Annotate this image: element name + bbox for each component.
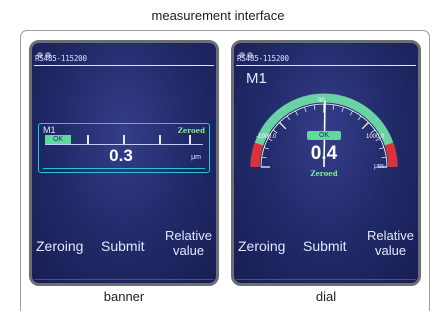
zeroed-status: Zeroed xyxy=(177,126,205,135)
dial-tick xyxy=(272,129,278,134)
dial-tick xyxy=(350,110,353,116)
dial-tick xyxy=(341,106,344,112)
tolerance-track xyxy=(45,144,203,145)
relative-value-line1: Relative xyxy=(165,228,212,243)
channel-name: M1 xyxy=(246,70,267,87)
measurement-banner: M1 Zeroed OK 0.3 μm xyxy=(38,123,210,173)
dial-red-arc-left xyxy=(250,142,264,168)
dial-red-arc-right xyxy=(384,142,398,168)
comm-settings-label: RS485-115200 xyxy=(35,54,87,63)
figure-heading: measurement interface xyxy=(151,8,285,23)
footer-divider xyxy=(34,279,214,280)
dial-tick xyxy=(379,147,385,150)
dial-tick xyxy=(279,122,287,130)
banner-screen: RS485-115200 M1 Zeroed OK 0.3 μm Zeroing… xyxy=(29,40,219,286)
ok-badge: OK xyxy=(45,135,71,144)
relative-value-line2: value xyxy=(172,243,205,258)
softkey-bar: Zeroing Submit Relative value xyxy=(36,228,212,269)
dial-tick xyxy=(361,122,369,130)
dial-tick xyxy=(370,129,376,134)
dial-tick xyxy=(381,156,387,159)
tolerance-tick xyxy=(87,135,89,144)
submit-softkey[interactable]: Submit xyxy=(101,239,145,254)
unit-label: μm xyxy=(191,154,201,161)
scale-center-label: 00 xyxy=(318,98,325,104)
measurement-value: 0.4 xyxy=(310,143,338,164)
footer-divider xyxy=(236,279,416,280)
dial-caption: dial xyxy=(315,289,337,304)
relative-value-line1: Relative xyxy=(367,228,414,243)
dial-tick xyxy=(295,110,298,116)
dial-tick xyxy=(332,104,335,110)
tolerance-tick xyxy=(189,135,191,144)
dial-tick xyxy=(313,104,316,110)
submit-softkey[interactable]: Submit xyxy=(303,239,347,254)
channel-name: M1 xyxy=(43,125,56,135)
unit-label: μm xyxy=(374,163,384,170)
banner-underline xyxy=(43,168,205,169)
measurement-value: 0.3 xyxy=(109,146,133,165)
zeroing-softkey[interactable]: Zeroing xyxy=(238,239,285,254)
dial-screen: RS485-115200 M1 00 -1000.0 1000.0 OK 0.4… xyxy=(231,40,421,286)
scale-left-label: -1000.0 xyxy=(256,134,277,140)
dial-tick xyxy=(286,115,291,121)
dial-tick xyxy=(263,147,269,150)
scale-right-label: 1000.0 xyxy=(366,134,385,140)
banner-caption: banner xyxy=(103,289,145,304)
dial-tick xyxy=(261,156,267,159)
tolerance-tick xyxy=(159,135,161,144)
dial-tick xyxy=(357,115,362,121)
header-divider xyxy=(34,65,214,66)
tolerance-tick xyxy=(123,135,125,144)
dial-tick xyxy=(304,106,307,112)
zeroed-status: Zeroed xyxy=(310,169,338,178)
relative-value-line2: value xyxy=(374,243,407,258)
relative-value-softkey[interactable]: Relative value xyxy=(367,228,414,258)
softkey-bar: Zeroing Submit Relative value xyxy=(238,228,414,269)
relative-value-softkey[interactable]: Relative value xyxy=(165,228,212,258)
zeroing-softkey[interactable]: Zeroing xyxy=(36,239,83,254)
ok-badge: OK xyxy=(307,131,341,140)
